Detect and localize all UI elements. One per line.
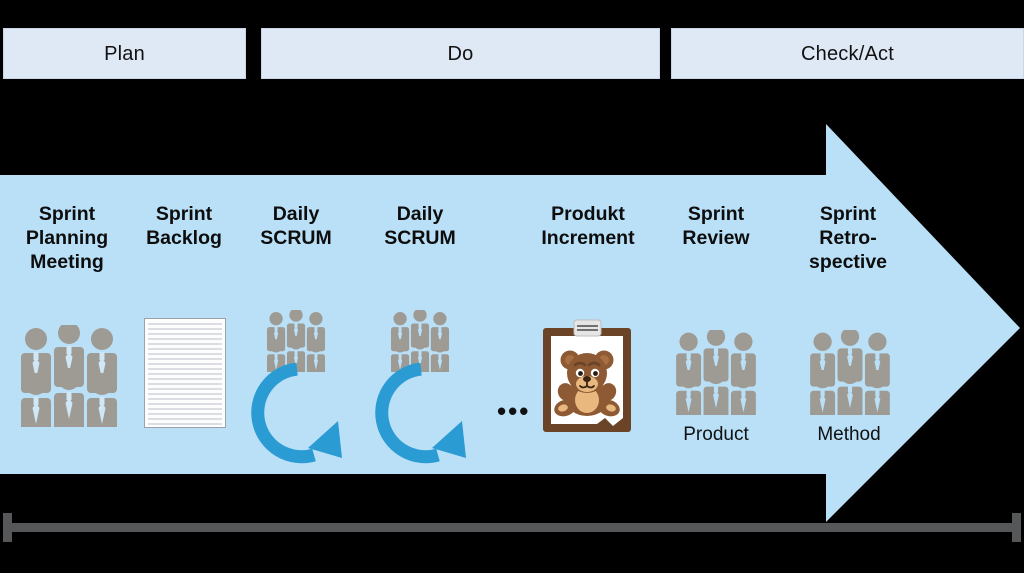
step-title: Sprint Retro- spective [808, 203, 888, 273]
clipboard-teddy-bear-icon [541, 318, 633, 434]
timeline-line [3, 523, 1021, 532]
step-title: Sprint Backlog [146, 203, 222, 249]
step-sprint-review[interactable]: Sprint Review [662, 202, 770, 250]
timeline-bar [0, 505, 1024, 550]
diagram-canvas: Plan Do Check/Act Sprint Planning Meetin… [0, 0, 1024, 573]
step-title: Sprint Review [682, 203, 750, 249]
ellipsis-indicator: ••• [497, 396, 531, 426]
lined-document-icon [144, 318, 226, 428]
cycle-arrow-icon [366, 363, 476, 465]
sprint-retrospective-sublabel: Method [817, 424, 881, 445]
step-sprint-backlog[interactable]: Sprint Backlog [128, 202, 240, 250]
people-group-icon [16, 325, 122, 427]
step-title: Daily SCRUM [384, 203, 456, 249]
people-group-icon [672, 330, 760, 415]
step-sprint-planning-meeting[interactable]: Sprint Planning Meeting [4, 202, 130, 274]
step-title: Produkt Increment [541, 203, 635, 249]
sprint-review-sublabel: Product [683, 424, 749, 445]
people-group-icon [806, 330, 894, 415]
cycle-arrow-icon [242, 363, 352, 465]
step-daily-scrum-1[interactable]: Daily SCRUM [242, 202, 350, 250]
step-produkt-increment[interactable]: Produkt Increment [512, 202, 664, 250]
step-sprint-retrospective[interactable]: Sprint Retro- spective [786, 202, 910, 274]
step-title: Sprint Planning Meeting [25, 203, 109, 273]
step-daily-scrum-2[interactable]: Daily SCRUM [366, 202, 474, 250]
step-title: Daily SCRUM [260, 203, 332, 249]
steps-layer: Sprint Planning Meeting Sprint Backlog D… [0, 0, 1024, 573]
